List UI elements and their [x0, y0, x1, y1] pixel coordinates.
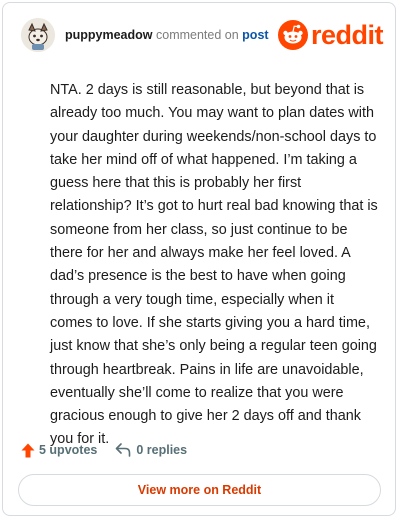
- view-more-button[interactable]: View more on Reddit: [18, 474, 381, 506]
- upvote-arrow-icon: [21, 443, 35, 457]
- reddit-snoo-icon: [277, 20, 308, 50]
- comment-text: NTA. 2 days is still reasonable, but bey…: [50, 82, 378, 448]
- reply-arrow-icon: [116, 443, 131, 457]
- avatar[interactable]: [21, 18, 55, 52]
- reddit-logo[interactable]: reddit: [277, 18, 384, 52]
- username-link[interactable]: puppymeadow: [65, 28, 153, 42]
- comment-actions: 5 upvotes 0 replies: [21, 439, 187, 461]
- post-link[interactable]: post: [242, 28, 268, 42]
- comment-card: puppymeadow commented on post reddit NTA…: [2, 2, 396, 516]
- reply-count: 0 replies: [136, 443, 188, 457]
- reddit-wordmark: reddit: [310, 20, 384, 50]
- comment-byline: puppymeadow commented on post: [65, 28, 269, 42]
- upvote-count: 5 upvotes: [39, 443, 98, 457]
- upvote-button[interactable]: 5 upvotes: [21, 443, 97, 458]
- reply-button[interactable]: 0 replies: [115, 443, 187, 457]
- comment-header: puppymeadow commented on post reddit: [21, 18, 384, 58]
- byline-action-text: commented on: [156, 28, 239, 42]
